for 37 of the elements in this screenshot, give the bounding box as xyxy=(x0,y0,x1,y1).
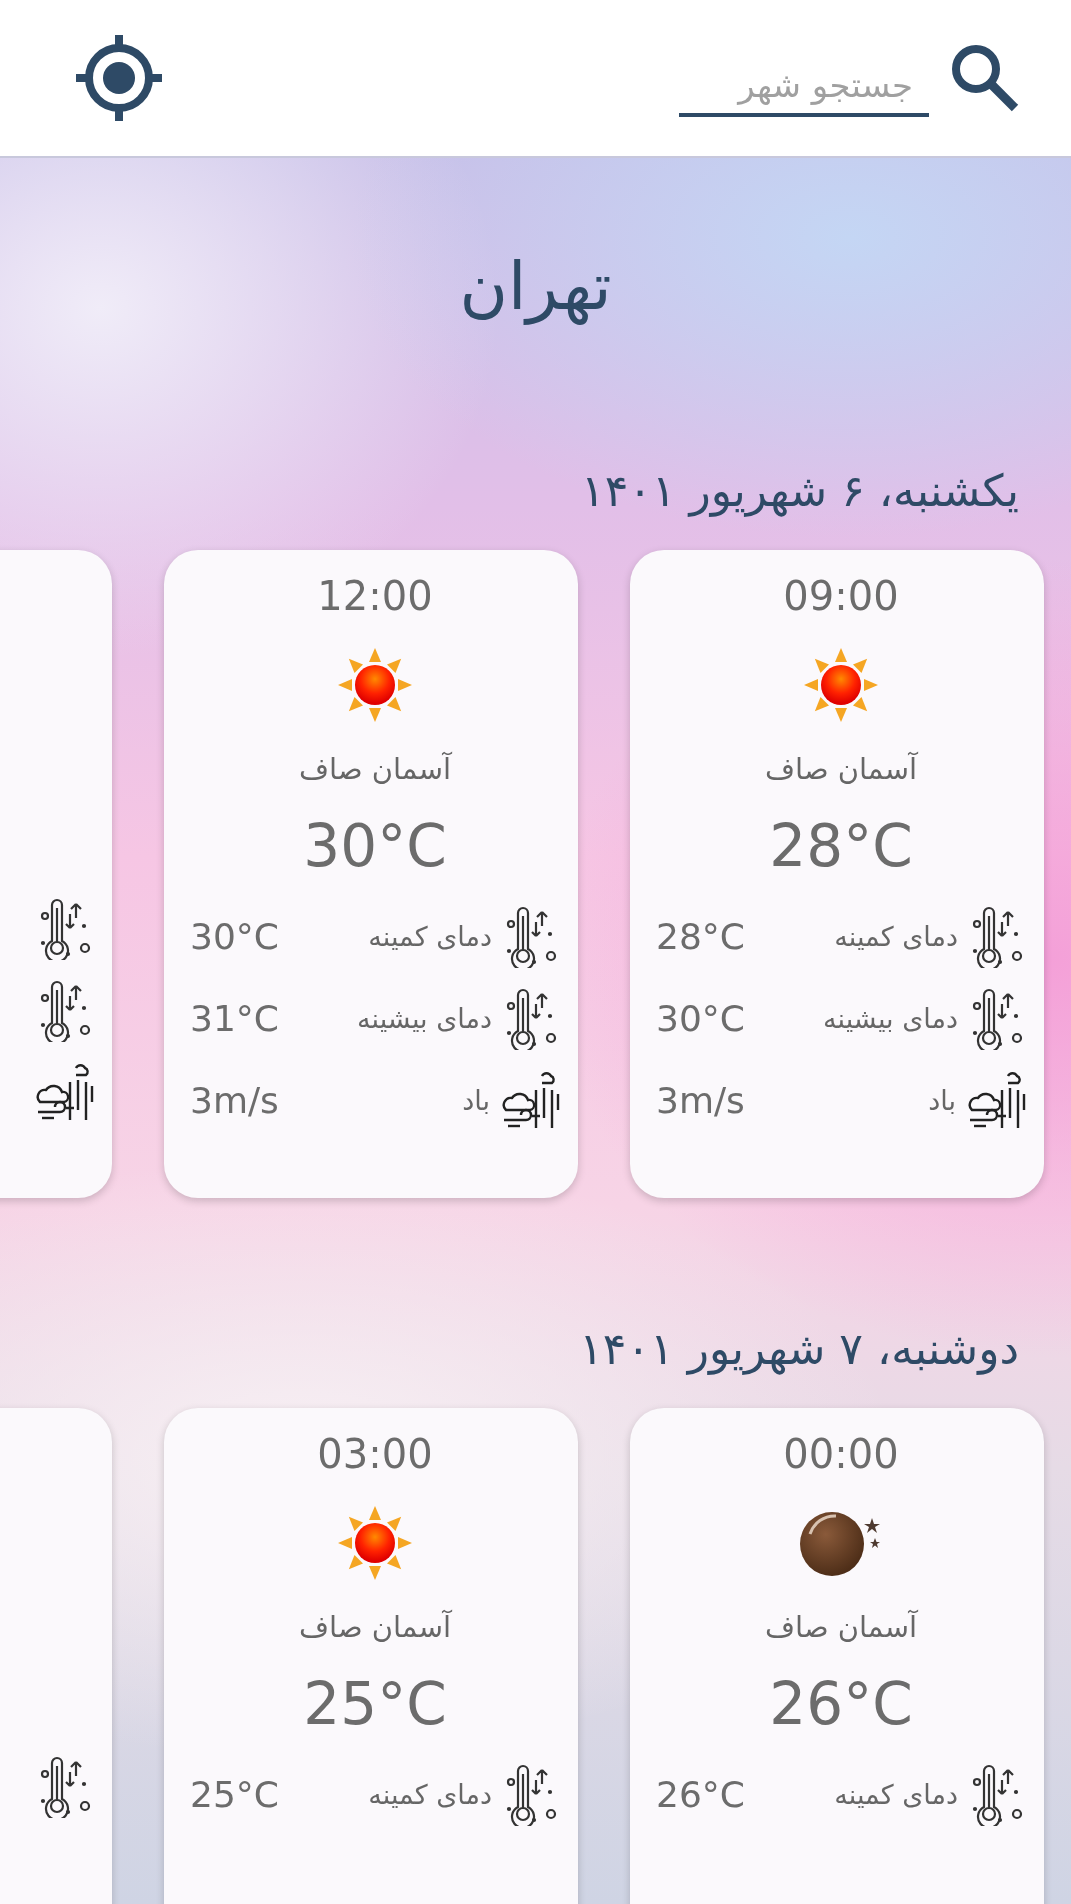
locate-icon[interactable] xyxy=(74,33,164,123)
temperature: 26°C xyxy=(769,1670,913,1740)
detail-label: دمای بیشینه xyxy=(357,1003,492,1035)
detail-value: 30°C xyxy=(656,998,745,1040)
detail-value: 25°C xyxy=(190,1774,279,1816)
detail-label: دمای کمینه xyxy=(368,921,492,953)
date-heading: دوشنبه، ۷ شهریور ۱۴۰۱ xyxy=(579,1323,1020,1374)
temperature: 30°C xyxy=(303,812,447,882)
detail-label: دمای بیشینه xyxy=(823,1003,958,1035)
detail-label: دمای کمینه xyxy=(368,1779,492,1811)
detail-value: 28°C xyxy=(656,916,745,958)
forecast-time: 00:00 xyxy=(783,1430,899,1478)
condition-text: آسمان صاف xyxy=(765,1610,917,1644)
detail-label: دمای کمینه xyxy=(834,1779,958,1811)
condition-text: آسمان صاف xyxy=(299,1610,451,1644)
detail-value: 30°C xyxy=(190,916,279,958)
search-field[interactable]: جستجو شهر xyxy=(679,57,929,117)
condition-text: آسمان صاف xyxy=(765,752,917,786)
detail-label: دمای کمینه xyxy=(834,921,958,953)
condition-text: آسمان صاف xyxy=(299,752,451,786)
search-icon[interactable] xyxy=(949,42,1021,114)
detail-value: 31°C xyxy=(190,998,279,1040)
detail-value: 3m/s xyxy=(190,1080,279,1122)
detail-label: باد xyxy=(928,1085,956,1117)
detail-value: 26°C xyxy=(656,1774,745,1816)
city-title: تهران xyxy=(459,248,612,325)
forecast-time: 12:00 xyxy=(317,572,433,620)
forecast-time: 03:00 xyxy=(317,1430,433,1478)
temperature: 28°C xyxy=(769,812,913,882)
sun-icon xyxy=(336,646,414,724)
detail-label: باد xyxy=(462,1085,490,1117)
forecast-time: 09:00 xyxy=(783,572,899,620)
detail-value: 3m/s xyxy=(656,1080,745,1122)
temperature: 25°C xyxy=(303,1670,447,1740)
sun-icon xyxy=(802,646,880,724)
sun-icon xyxy=(336,1504,414,1582)
date-heading: یکشنبه، ۶ شهریور ۱۴۰۱ xyxy=(581,465,1020,516)
